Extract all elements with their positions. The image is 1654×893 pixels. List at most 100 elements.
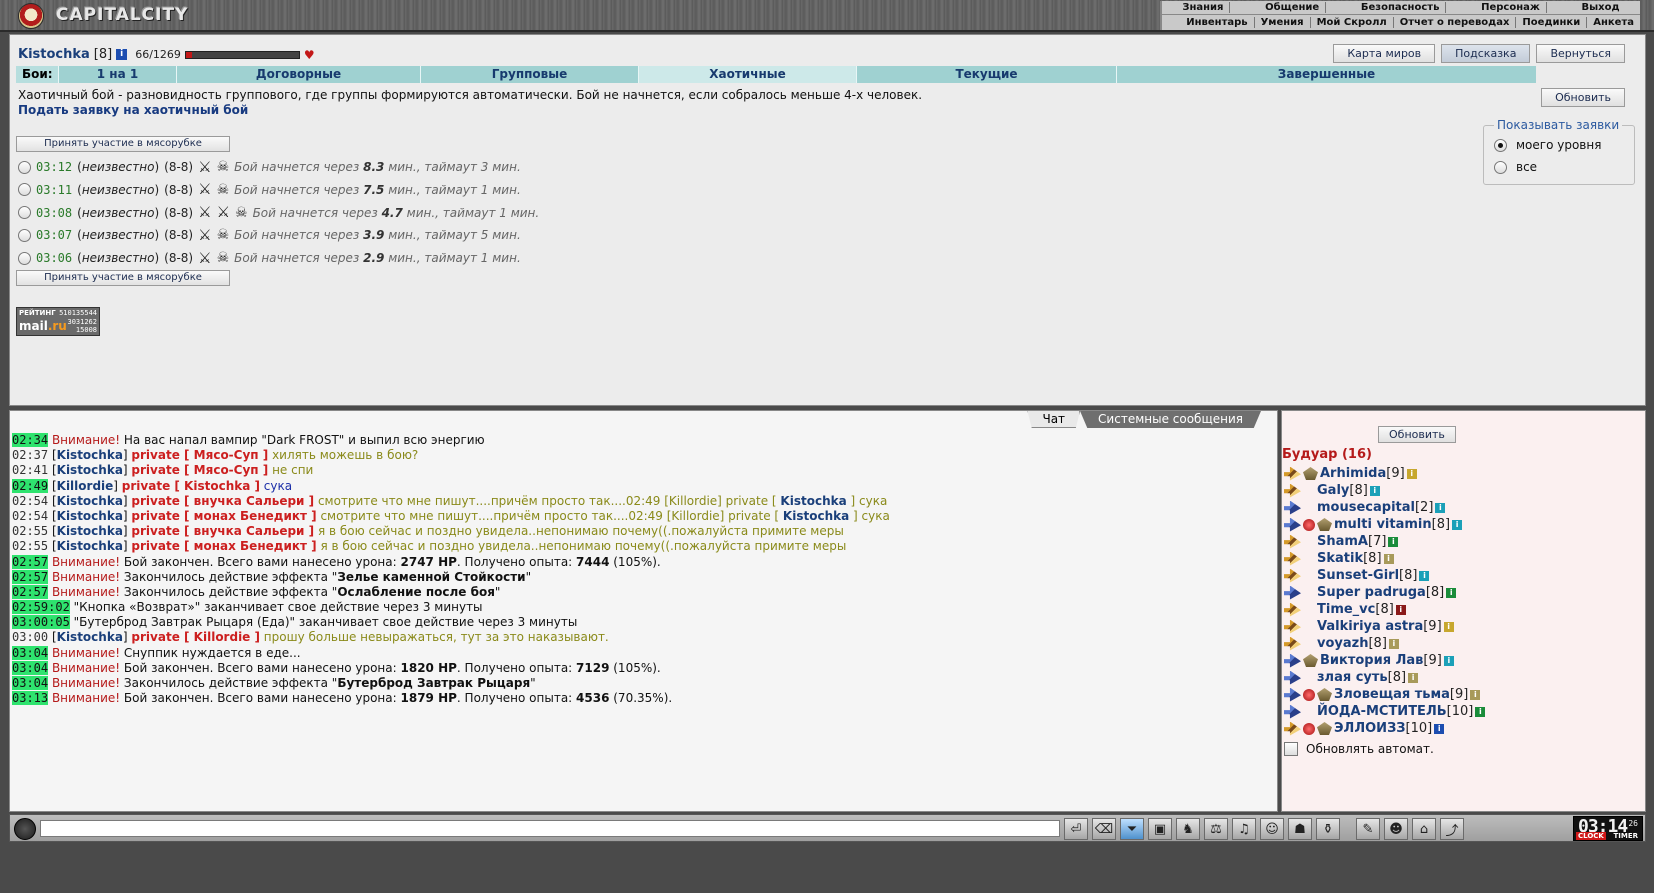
user-info-icon[interactable]: i: [1434, 723, 1445, 734]
menu-item-sub[interactable]: Умения: [1255, 16, 1311, 28]
clan-icon[interactable]: [1303, 654, 1318, 667]
user-name[interactable]: mousecapital: [1317, 500, 1415, 515]
user-info-icon[interactable]: i: [1446, 587, 1457, 598]
user-info-icon[interactable]: i: [1443, 655, 1454, 666]
smile-icon[interactable]: ☺: [1260, 818, 1284, 840]
rating-counter[interactable]: РЕЙТИНГ mail.ru 510135544 3031262 15008: [16, 307, 100, 336]
join-button-bottom[interactable]: Принять участие в мясорубке: [16, 270, 230, 286]
fight-icon[interactable]: ♞: [1176, 818, 1200, 840]
clan-icon[interactable]: [1317, 518, 1332, 531]
scroll-icon[interactable]: ✎: [1356, 818, 1380, 840]
user-info-icon[interactable]: i: [1443, 621, 1454, 632]
request-row[interactable]: 03:11 (неизвестно) (8-8) ⚔ ☠ Бой начнется чер…: [18, 179, 521, 201]
mask-icon[interactable]: ☗: [1288, 818, 1312, 840]
music-icon[interactable]: ♫: [1232, 818, 1256, 840]
chat-nick[interactable]: Kistochka: [783, 509, 849, 523]
user-info-icon[interactable]: i: [1452, 519, 1463, 530]
private-target[interactable]: private [ Мясо-Суп ]: [131, 448, 268, 462]
menu-item-main[interactable]: Выход: [1576, 2, 1626, 13]
tab-fight-3[interactable]: Хаотичные: [638, 66, 856, 83]
request-row[interactable]: 03:06 (неизвестно) (8-8) ⚔ ☠ Бой начнется чер…: [18, 247, 521, 269]
user-name[interactable]: Super padruga: [1317, 585, 1426, 600]
user-row[interactable]: Galy [8] i: [1284, 482, 1485, 499]
user-row[interactable]: ЙОДА-МСТИТЕЛЬ [10] i: [1284, 703, 1486, 720]
chat-nick[interactable]: Kistochka: [57, 524, 123, 538]
request-row[interactable]: 03:07 (неизвестно) (8-8) ⚔ ☠ Бой начнется чер…: [18, 224, 521, 246]
user-info-icon[interactable]: i: [1408, 672, 1419, 683]
option-my-level[interactable]: моего уровня: [1494, 138, 1601, 152]
request-row[interactable]: 03:08 (неизвестно) (8-8) ⚔ ⚔ ☠ Бой начнется че…: [18, 202, 539, 224]
clan-icon[interactable]: [1317, 688, 1332, 701]
tab-fight-5[interactable]: Завершенные: [1116, 66, 1536, 83]
chat-input[interactable]: [40, 820, 1060, 837]
user-row[interactable]: Arhimida [9] i: [1284, 465, 1485, 482]
return-button[interactable]: Вернуться: [1536, 44, 1625, 63]
user-info-icon[interactable]: i: [1475, 706, 1486, 717]
tab-fight-4[interactable]: Текущие: [856, 66, 1116, 83]
chat-nick[interactable]: Kistochka: [57, 630, 123, 644]
user-name[interactable]: Зловещая тьма: [1334, 687, 1450, 702]
user-row[interactable]: злая суть [8] i: [1284, 669, 1485, 686]
user-name[interactable]: Skatik: [1317, 551, 1363, 566]
chat-nick[interactable]: Killordie: [57, 479, 114, 493]
lock-icon[interactable]: ⌂: [1412, 818, 1436, 840]
user-row[interactable]: multi vitamin [8] i: [1284, 516, 1485, 533]
user-name[interactable]: злая суть: [1317, 670, 1388, 685]
user-name[interactable]: Arhimida: [1320, 466, 1386, 481]
chat-nick[interactable]: Kistochka: [57, 494, 123, 508]
private-target[interactable]: private [ внучка Сальери ]: [131, 494, 314, 508]
user-name[interactable]: ShamA: [1317, 534, 1368, 549]
auto-refresh-checkbox[interactable]: [1284, 742, 1298, 756]
private-target[interactable]: private [ Мясо-Суп ]: [131, 463, 268, 477]
user-row[interactable]: voyazh [8] i: [1284, 635, 1485, 652]
private-target[interactable]: private [ Killordie ]: [131, 630, 260, 644]
user-name[interactable]: Sunset-Girl: [1317, 568, 1399, 583]
user-info-icon[interactable]: i: [1470, 689, 1481, 700]
exit-icon[interactable]: ⤴: [1440, 818, 1464, 840]
user-row[interactable]: ЭЛЛОИЗЗ [10] i: [1284, 720, 1485, 737]
trade-icon[interactable]: ⚖: [1204, 818, 1228, 840]
user-name[interactable]: multi vitamin: [1334, 517, 1432, 532]
clan-icon[interactable]: [1303, 467, 1318, 480]
request-radio[interactable]: [18, 206, 31, 220]
request-row[interactable]: 03:12 (неизвестно) (8-8) ⚔ ☠ Бой начнется чер…: [18, 156, 521, 178]
menu-item-main[interactable]: Персонаж: [1475, 2, 1547, 13]
user-row[interactable]: Super padruga [8] i: [1284, 584, 1485, 601]
clan-icon[interactable]: [1317, 722, 1332, 735]
request-radio[interactable]: [18, 183, 31, 197]
user-row[interactable]: Зловещая тьма [9] i: [1284, 686, 1485, 703]
menu-item-sub[interactable]: Поединки: [1516, 16, 1588, 28]
chat-nick[interactable]: Kistochka: [57, 463, 123, 477]
chat-nick[interactable]: Kistochka: [57, 509, 123, 523]
player-name[interactable]: Kistochka: [18, 47, 90, 62]
user-info-icon[interactable]: i: [1395, 604, 1406, 615]
tab-system-messages[interactable]: Системные сообщения: [1080, 411, 1261, 428]
head-icon[interactable]: [14, 818, 36, 840]
user-info-icon[interactable]: i: [1435, 502, 1446, 513]
save-icon[interactable]: ▣: [1148, 818, 1172, 840]
user-info-icon[interactable]: i: [1388, 638, 1399, 649]
radio-my-level[interactable]: [1494, 138, 1507, 152]
auto-refresh[interactable]: Обновлять автомат.: [1284, 742, 1434, 756]
eraser-icon[interactable]: ⌫: [1092, 818, 1116, 840]
private-target[interactable]: private [ монах Бенедикт ]: [131, 539, 316, 553]
join-button-top[interactable]: Принять участие в мясорубке: [16, 136, 230, 152]
user-row[interactable]: Time_vc [8] i: [1284, 601, 1485, 618]
menu-item-main[interactable]: Общение: [1259, 2, 1327, 13]
user-name[interactable]: voyazh: [1317, 636, 1368, 651]
private-target[interactable]: private [ монах Бенедикт ]: [131, 509, 316, 523]
user-info-icon[interactable]: i: [1388, 536, 1399, 547]
hint-button[interactable]: Подсказка: [1441, 44, 1531, 63]
request-radio[interactable]: [18, 251, 31, 265]
info-icon[interactable]: i: [116, 49, 128, 60]
private-target[interactable]: private [ Kistochka ]: [122, 479, 260, 493]
user-name[interactable]: Time_vc: [1317, 602, 1375, 617]
filter-icon[interactable]: ⏷: [1120, 818, 1144, 840]
chat-nick[interactable]: Kistochka: [57, 448, 123, 462]
user-row[interactable]: Valkiriya astra [9] i: [1284, 618, 1485, 635]
user-info-icon[interactable]: i: [1406, 468, 1417, 479]
enter-icon[interactable]: ⏎: [1064, 818, 1088, 840]
world-map-button[interactable]: Карта миров: [1333, 44, 1436, 63]
apply-request-link[interactable]: Подать заявку на хаотичный бой: [18, 103, 248, 117]
face-icon[interactable]: ☻: [1384, 818, 1408, 840]
